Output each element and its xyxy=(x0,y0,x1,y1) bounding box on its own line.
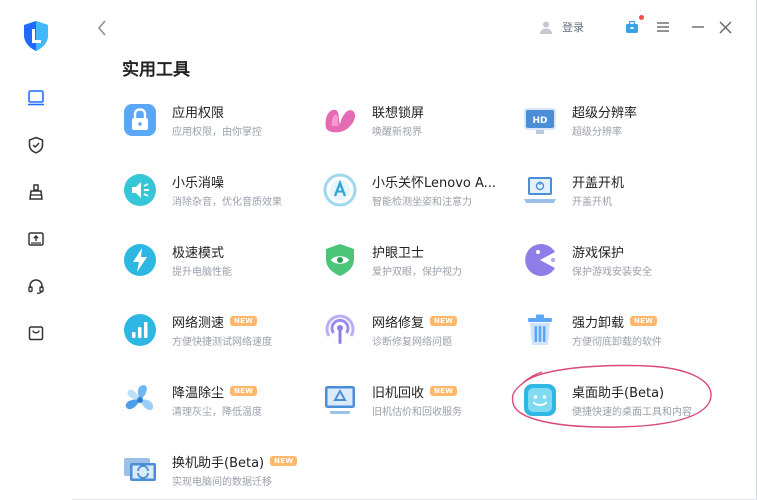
sidebar-item-store[interactable] xyxy=(24,321,48,345)
shopping-bag-icon xyxy=(28,326,44,341)
tool-desc: 提升电脑性能 xyxy=(172,267,232,278)
lightning-icon xyxy=(124,244,156,276)
tool-name: 换机助手(Beta) xyxy=(172,455,265,471)
tool-desc: 保护游戏安装安全 xyxy=(572,267,652,278)
tool-desc: 实现电脑间的数据迁移 xyxy=(172,477,272,488)
tool-name: 网络测速 xyxy=(172,315,225,331)
lockscreen-flower-icon xyxy=(325,109,356,133)
tool-desc: 应用权限，由你掌控 xyxy=(172,127,262,138)
tool-desc: 方便快捷测试网络速度 xyxy=(172,337,272,348)
tool-desc: 唤醒新视界 xyxy=(372,127,422,138)
laptop-power-icon xyxy=(524,177,556,203)
tool-network-repair[interactable]: 网络修复 NEW 诊断修复网络问题 xyxy=(322,310,512,350)
close-icon xyxy=(719,21,731,33)
toolbox-icon xyxy=(626,20,638,33)
tool-name: 联想锁屏 xyxy=(372,105,425,121)
tool-name: 旧机回收 xyxy=(372,385,425,401)
headset-icon xyxy=(28,279,44,294)
recycle-monitor-icon xyxy=(325,386,355,414)
tool-name: 强力卸载 xyxy=(572,315,625,331)
tool-desc: 诊断修复网络问题 xyxy=(372,337,452,348)
hd-monitor-icon: HD xyxy=(524,108,556,134)
tool-desc: 超级分辨率 xyxy=(572,127,622,138)
tool-migration-assistant[interactable]: 换机助手(Beta) NEW 实现电脑间的数据迁移 xyxy=(122,450,312,490)
tool-cooling-dust[interactable]: 降温除尘 NEW 清理灰尘，降低温度 xyxy=(122,380,312,420)
lock-icon xyxy=(124,104,156,136)
new-badge: NEW xyxy=(430,316,458,326)
page-title: 实用工具 xyxy=(122,60,190,80)
tool-name: 小乐关怀Lenovo A... xyxy=(372,175,497,191)
tool-lenovo-lockscreen[interactable]: 联想锁屏 唤醒新视界 xyxy=(322,100,512,140)
tool-device-recycle[interactable]: 旧机回收 NEW 旧机估价和回收服务 xyxy=(322,380,512,420)
posture-care-icon xyxy=(323,173,357,207)
sidebar-item-home[interactable] xyxy=(24,86,48,110)
tool-name: 应用权限 xyxy=(172,105,225,121)
tool-network-speedtest[interactable]: 网络测速 NEW 方便快捷测试网络速度 xyxy=(122,310,312,350)
tool-desc: 爱护双眼，保护视力 xyxy=(372,267,462,278)
sidebar-item-cleanup[interactable] xyxy=(24,180,48,204)
sidebar-item-drivers[interactable] xyxy=(24,227,48,251)
tool-lenovo-care[interactable]: 小乐关怀Lenovo A... 智能检测坐姿和注意力 xyxy=(322,170,512,210)
minimize-button[interactable] xyxy=(689,18,707,36)
user-avatar-icon xyxy=(540,21,552,34)
back-chevron-icon[interactable] xyxy=(94,18,110,38)
notification-dot xyxy=(639,15,644,20)
signal-bars-icon xyxy=(124,314,156,346)
tool-open-lid-boot[interactable]: 开盖开机 开盖开机 xyxy=(522,170,712,210)
tool-name: 小乐消噪 xyxy=(172,175,225,191)
new-badge: NEW xyxy=(430,386,458,396)
highlight-annotation xyxy=(511,364,712,428)
menu-button[interactable] xyxy=(654,18,672,36)
tool-name: 开盖开机 xyxy=(572,175,625,191)
sidebar-item-service[interactable] xyxy=(24,274,48,298)
login-button[interactable]: 登录 xyxy=(538,19,584,35)
tool-name: 极速模式 xyxy=(172,245,225,261)
new-badge: NEW xyxy=(230,386,258,396)
tool-name: 降温除尘 xyxy=(172,385,225,401)
new-badge: NEW xyxy=(630,316,658,326)
tool-name: 超级分辨率 xyxy=(572,105,638,121)
svg-text:HD: HD xyxy=(532,116,547,126)
tool-name: 网络修复 xyxy=(372,315,425,331)
tool-desc: 清理灰尘，降低温度 xyxy=(172,407,262,418)
broom-icon xyxy=(29,184,43,200)
tool-name: 护眼卫士 xyxy=(372,245,425,261)
broadcast-antenna-icon xyxy=(325,314,355,344)
sidebar xyxy=(0,0,72,500)
new-badge: NEW xyxy=(270,456,298,466)
sidebar-item-security[interactable] xyxy=(24,133,48,157)
minimize-icon xyxy=(692,26,704,28)
tool-super-resolution[interactable]: HD 超级分辨率 超级分辨率 xyxy=(522,100,712,140)
trash-icon xyxy=(528,314,552,345)
tool-turbo-mode[interactable]: 极速模式 提升电脑性能 xyxy=(122,240,312,280)
new-badge: NEW xyxy=(230,316,258,326)
device-transfer-icon xyxy=(124,458,156,481)
speaker-noise-icon xyxy=(124,174,156,206)
monitor-icon xyxy=(28,90,44,106)
eye-shield-icon xyxy=(326,244,354,276)
close-button[interactable] xyxy=(716,18,734,36)
hamburger-menu-icon xyxy=(657,22,669,32)
login-label: 登录 xyxy=(562,21,584,34)
hard-drive-icon xyxy=(28,232,44,246)
shield-check-icon xyxy=(28,136,44,154)
tool-desc: 方便彻底卸载的软件 xyxy=(572,337,662,348)
tool-desc: 消除杂音，优化音质效果 xyxy=(172,197,282,208)
app-logo-icon xyxy=(24,21,48,51)
tool-game-protect[interactable]: 游戏保护 保护游戏安装安全 xyxy=(522,240,712,280)
pacman-icon xyxy=(525,244,556,276)
tool-app-permissions[interactable]: 应用权限 应用权限，由你掌控 xyxy=(122,100,312,140)
tool-force-uninstall[interactable]: 强力卸载 NEW 方便彻底卸载的软件 xyxy=(522,310,712,350)
tool-eye-guard[interactable]: 护眼卫士 爱护双眼，保护视力 xyxy=(322,240,512,280)
tool-noise-cancel[interactable]: 小乐消噪 消除杂音，优化音质效果 xyxy=(122,170,312,210)
tool-desc: 智能检测坐姿和注意力 xyxy=(372,197,472,208)
toolbox-button[interactable] xyxy=(623,15,644,36)
tool-desc: 开盖开机 xyxy=(572,197,612,208)
tool-name: 游戏保护 xyxy=(572,245,625,261)
fan-icon xyxy=(125,385,154,411)
